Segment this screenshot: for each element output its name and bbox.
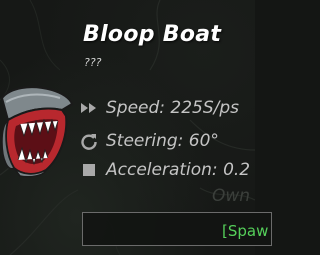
stat-steering-label: Steering: 60° bbox=[106, 131, 219, 151]
stat-acceleration: Acceleration: 0.2 bbox=[80, 158, 250, 182]
stat-steering: Steering: 60° bbox=[80, 129, 219, 153]
spawn-button-label: [Spaw bbox=[222, 222, 269, 240]
boat-title: Bloop Boat bbox=[83, 22, 222, 47]
boat-subtitle: ??? bbox=[84, 56, 102, 69]
stat-speed: Speed: 225S/ps bbox=[80, 96, 239, 120]
spawn-button[interactable]: [Spaw bbox=[82, 212, 272, 246]
bloop-boat-icon bbox=[0, 80, 78, 178]
fast-forward-icon bbox=[80, 99, 98, 117]
square-icon bbox=[80, 161, 98, 179]
rotate-icon bbox=[80, 132, 98, 150]
stat-acceleration-label: Acceleration: 0.2 bbox=[106, 160, 251, 180]
background-owned-text: Own bbox=[212, 186, 251, 206]
stat-speed-label: Speed: 225S/ps bbox=[106, 98, 240, 118]
